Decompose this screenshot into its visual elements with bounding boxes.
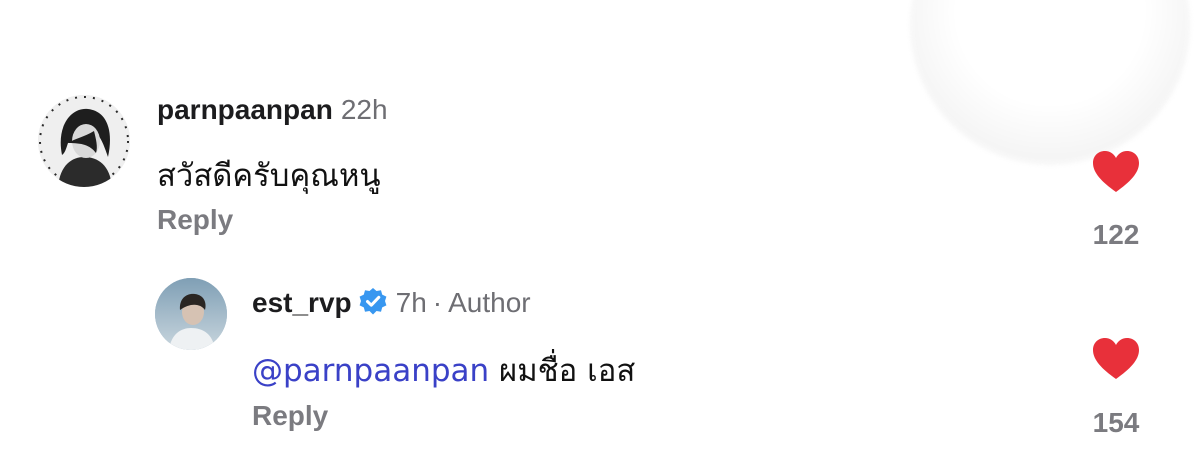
username[interactable]: parnpaanpan	[157, 94, 333, 125]
like-count: 154	[1092, 407, 1140, 438]
background-corner-shape	[910, 0, 1190, 165]
reply-message: ผมชื่อ เอส	[499, 353, 636, 389]
avatar-photo-icon	[38, 95, 130, 187]
timestamp: 7h	[395, 287, 427, 318]
like-button[interactable]	[1092, 150, 1140, 194]
separator: ·	[432, 287, 443, 318]
reply-text: @parnpaanpan ผมชื่อ เอส	[252, 345, 635, 395]
mention-link[interactable]: @parnpaanpan	[252, 353, 489, 389]
heart-icon	[1093, 338, 1139, 379]
timestamp: 22h	[340, 94, 388, 125]
reply-button[interactable]: Reply	[157, 204, 233, 236]
heart-icon	[1093, 151, 1139, 192]
avatar-photo-icon	[155, 278, 227, 350]
like-count: 122	[1092, 219, 1140, 250]
verified-badge-icon	[359, 288, 387, 315]
comment-header: parnpaanpan 22h	[157, 94, 388, 126]
like-button[interactable]	[1092, 337, 1140, 381]
reply-header: est_rvp 7h · Author	[252, 287, 531, 319]
avatar[interactable]	[38, 95, 130, 187]
avatar[interactable]	[155, 278, 227, 350]
comment-text: สวัสดีครับคุณหนู	[157, 158, 381, 194]
username[interactable]: est_rvp	[252, 287, 352, 318]
reply-button[interactable]: Reply	[252, 400, 328, 432]
author-label: Author	[448, 287, 531, 318]
